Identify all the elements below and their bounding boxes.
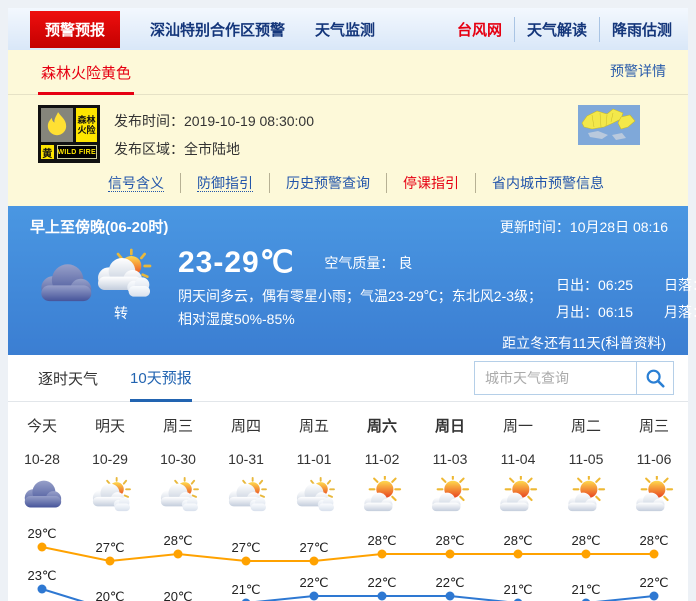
svg-text:29℃: 29℃ <box>27 526 56 541</box>
svg-text:22℃: 22℃ <box>639 575 668 590</box>
warning-area-map[interactable] <box>578 105 640 163</box>
day-weather-icon <box>291 476 337 514</box>
publish-time-row: 发布时间：2019-10-19 08:30:00 <box>114 107 314 135</box>
temperature-chart: 29℃ 27℃ 28℃ 27℃ 27℃ 28℃ 28℃ 28℃ 28℃ 28℃ 23℃ 20℃ 20℃ 2… <box>8 519 688 601</box>
sunrise: 日出：06:25 <box>556 275 646 295</box>
svg-text:21℃: 21℃ <box>571 582 600 597</box>
solar-term-note[interactable]: 距立冬还有11天(科普资料) <box>30 331 668 357</box>
panel-body: 转 23-29℃ 空气质量： 良 阴天间多云，偶有零星小雨；气温23-29℃；东… <box>30 245 668 331</box>
day-weather-icon <box>427 476 473 514</box>
publish-area-row: 发布区域：全市陆地 <box>114 135 314 163</box>
warning-tab-row: 森林火险黄色 预警详情 <box>8 50 688 95</box>
svg-text:20℃: 20℃ <box>163 589 192 601</box>
tab-hourly-weather[interactable]: 逐时天气 <box>38 355 98 401</box>
warning-links-row: 信号含义 防御指引 历史预警查询 停课指引 省内城市预警信息 <box>8 163 688 206</box>
day-weather-icon <box>631 476 677 514</box>
warning-info: 发布时间：2019-10-19 08:30:00 发布区域：全市陆地 <box>114 105 314 163</box>
nav-link-typhoon[interactable]: 台风网 <box>445 17 514 42</box>
warning-section: 森林火险黄色 预警详情 森林 火险 黄 W <box>8 50 688 206</box>
panel-mid: 23-29℃ 空气质量： 良 阴天间多云，偶有零星小雨；气温23-29℃；东北风… <box>178 245 556 331</box>
svg-text:23℃: 23℃ <box>27 568 56 583</box>
warning-en-label: WILD FIRE <box>57 145 97 159</box>
day-weather-icon <box>155 476 201 514</box>
nav-tab-shenshan-warning[interactable]: 深汕特别合作区预警 <box>150 19 285 40</box>
svg-text:28℃: 28℃ <box>639 533 668 548</box>
day-column: 周二 11-05 <box>552 415 620 519</box>
svg-text:22℃: 22℃ <box>299 575 328 590</box>
warning-level-label: 黄 <box>41 145 54 159</box>
svg-text:21℃: 21℃ <box>503 582 532 597</box>
day-column: 明天 10-29 <box>76 415 144 519</box>
nav-tab-warning-forecast[interactable]: 预警预报 <box>30 11 120 48</box>
svg-text:28℃: 28℃ <box>571 533 600 548</box>
day-weather-icon <box>19 476 65 514</box>
svg-text:27℃: 27℃ <box>231 540 260 555</box>
weather-page: 预警预报 深汕特别合作区预警 天气监测 台风网 天气解读 降雨估测 森林火险黄色… <box>8 8 688 601</box>
magnifier-icon <box>644 367 666 389</box>
temperature-range: 23-29℃ <box>178 245 294 280</box>
svg-text:28℃: 28℃ <box>367 533 396 548</box>
link-history-query[interactable]: 历史预警查询 <box>269 173 386 193</box>
day-column: 周六 11-02 <box>348 415 416 519</box>
svg-text:21℃: 21℃ <box>231 582 260 597</box>
warning-type-tab[interactable]: 森林火险黄色 <box>38 50 134 95</box>
current-weather-icons: 转 <box>30 245 178 331</box>
forecast-section: 逐时天气 10天预报 今天 10-28 明天 10-29 <box>8 355 688 601</box>
link-province-warnings[interactable]: 省内城市预警信息 <box>475 173 620 193</box>
day-column: 今天 10-28 <box>8 415 76 519</box>
air-quality: 空气质量： 良 <box>324 253 412 273</box>
day-column: 周日 11-03 <box>416 415 484 519</box>
forecast-days-row: 今天 10-28 明天 10-29 周三 10-30 周四 10-31 周五 <box>8 402 688 519</box>
link-signal-meaning[interactable]: 信号含义 <box>108 173 180 193</box>
svg-text:20℃: 20℃ <box>95 589 124 601</box>
svg-text:28℃: 28℃ <box>435 533 464 548</box>
forecast-tabbar: 逐时天气 10天预报 <box>8 355 688 402</box>
nav-links: 台风网 天气解读 降雨估测 <box>445 17 684 42</box>
sun-moon-block: 日出：06:25 日落：17:49 月出：06:15 月落：18:10 <box>556 245 696 331</box>
day-column: 周三 11-06 <box>620 415 688 519</box>
day-weather-icon <box>359 476 405 514</box>
search-button[interactable] <box>636 361 674 395</box>
svg-text:22℃: 22℃ <box>435 575 464 590</box>
day-column: 周五 11-01 <box>280 415 348 519</box>
wildfire-warning-icon: 森林 火险 黄 WILD FIRE <box>38 105 100 163</box>
moonset: 月落：18:10 <box>664 302 696 322</box>
day-weather-icon <box>223 476 269 514</box>
weather-description: 阴天间多云，偶有零星小雨；气温23-29℃；东北风2-3级；相对湿度50%-85… <box>178 285 556 331</box>
day-column: 周三 10-30 <box>144 415 212 519</box>
day-weather-icon <box>563 476 609 514</box>
svg-text:27℃: 27℃ <box>95 540 124 555</box>
svg-text:28℃: 28℃ <box>503 533 532 548</box>
warning-body: 森林 火险 黄 WILD FIRE 发布时间：2019-10-19 08:30:… <box>8 95 688 163</box>
day-column: 周四 10-31 <box>212 415 280 519</box>
publish-area-value: 全市陆地 <box>184 141 240 157</box>
top-nav: 预警预报 深汕特别合作区预警 天气监测 台风网 天气解读 降雨估测 <box>8 8 688 50</box>
warning-details-link[interactable]: 预警详情 <box>610 61 666 94</box>
link-class-suspension[interactable]: 停课指引 <box>386 173 475 193</box>
nav-link-weather-explain[interactable]: 天气解读 <box>514 17 599 42</box>
forecast-period-label: 早上至傍晚(06-20时) <box>30 216 168 237</box>
tab-ten-day-forecast[interactable]: 10天预报 <box>130 355 192 402</box>
link-defense-guide[interactable]: 防御指引 <box>180 173 269 193</box>
moonrise: 月出：06:15 <box>556 302 646 322</box>
publish-time-value: 2019-10-19 08:30:00 <box>184 113 314 129</box>
city-weather-search <box>474 361 674 395</box>
warning-name-label: 森林 火险 <box>76 108 97 142</box>
nav-link-rain-estimate[interactable]: 降雨估测 <box>599 17 684 42</box>
svg-text:22℃: 22℃ <box>367 575 396 590</box>
nav-tab-weather-monitor[interactable]: 天气监测 <box>315 19 375 40</box>
svg-text:27℃: 27℃ <box>299 540 328 555</box>
day-column: 周一 11-04 <box>484 415 552 519</box>
svg-text:28℃: 28℃ <box>163 533 192 548</box>
day-weather-icon <box>87 476 133 514</box>
search-input[interactable] <box>474 361 636 395</box>
flame-icon <box>41 108 73 142</box>
transition-label: 转 <box>114 303 128 323</box>
update-time: 更新时间：10月28日 08:16 <box>500 217 668 237</box>
sunset: 日落：17:49 <box>664 275 696 295</box>
cloud-sun-icon <box>90 247 154 301</box>
panel-header: 早上至傍晚(06-20时) 更新时间：10月28日 08:16 <box>30 216 668 237</box>
current-weather-panel: 早上至傍晚(06-20时) 更新时间：10月28日 08:16 转 23-29℃… <box>8 206 688 355</box>
day-weather-icon <box>495 476 541 514</box>
